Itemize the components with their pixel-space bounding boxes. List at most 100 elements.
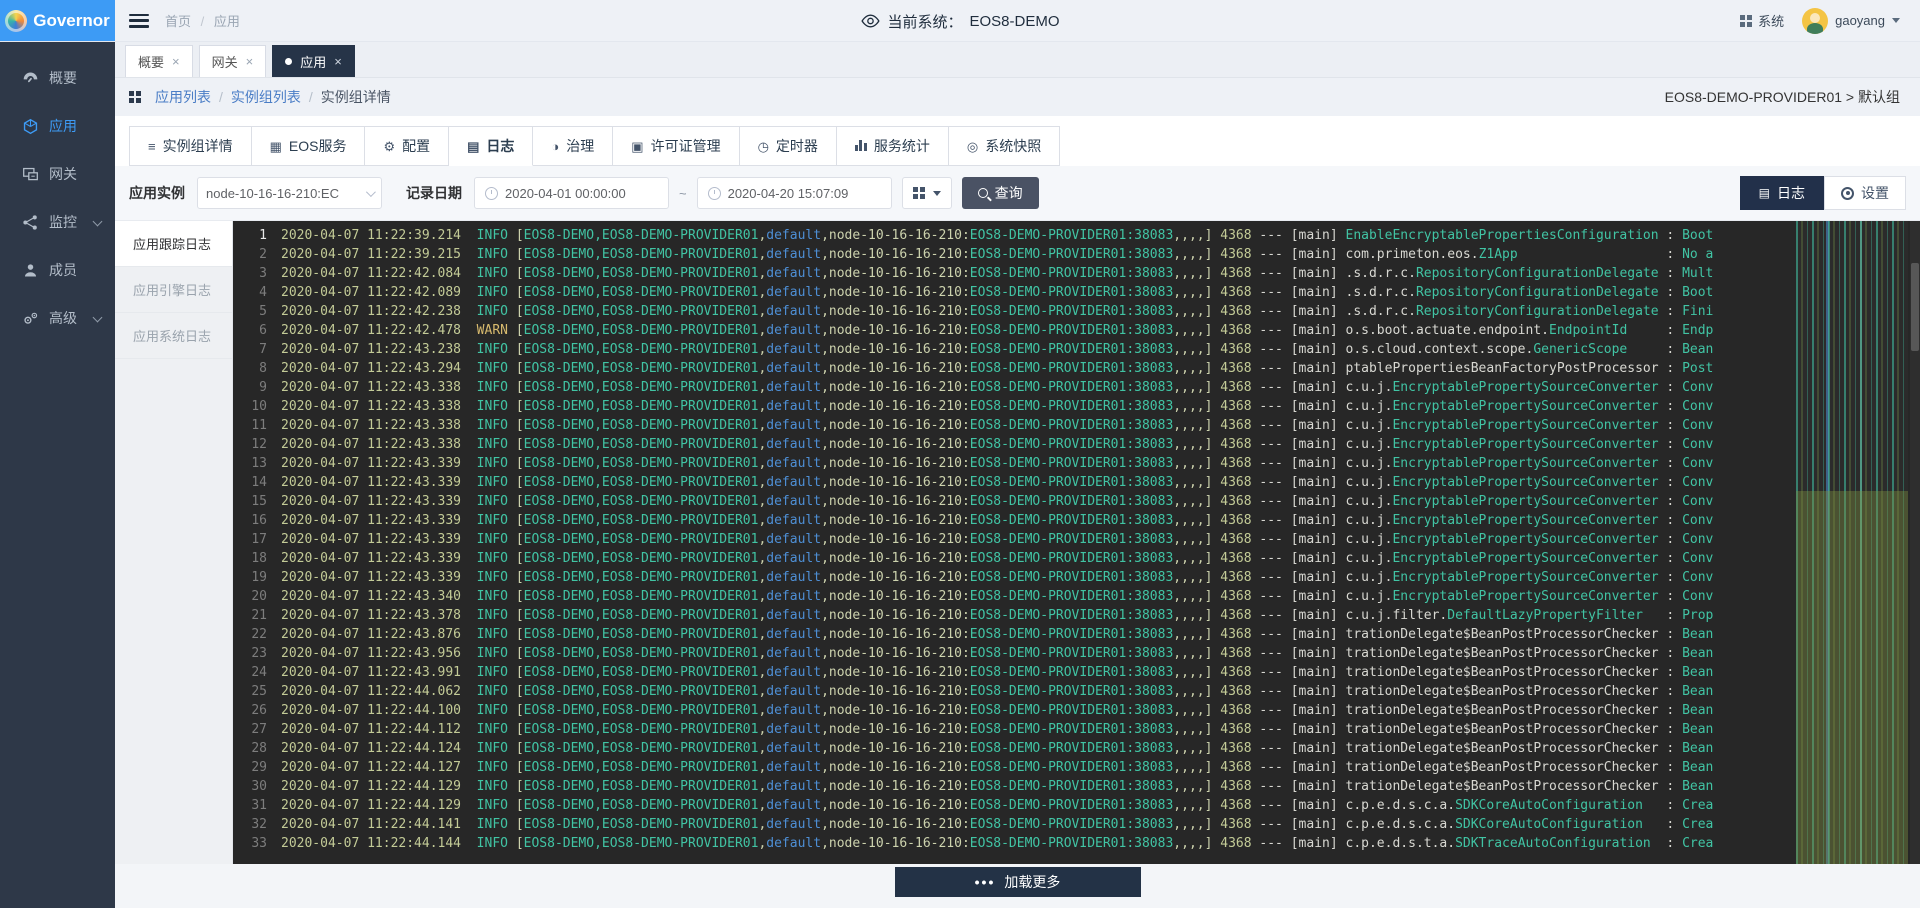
log-line: 32020-04-07 11:22:42.084 INFO [EOS8-DEMO… <box>233 264 1910 283</box>
clock-icon <box>485 187 498 200</box>
stats-icon <box>855 139 867 153</box>
log-line: 142020-04-07 11:22:43.339 INFO [EOS8-DEM… <box>233 473 1910 492</box>
detail-tab-许可证管理[interactable]: ▣许可证管理 <box>613 126 739 166</box>
detail-tab-EOS服务[interactable]: ▦EOS服务 <box>252 126 366 166</box>
breadcrumb-app-list[interactable]: 应用列表 <box>155 87 211 107</box>
log-viewer[interactable]: 12020-04-07 11:22:39.214 INFO [EOS8-DEMO… <box>233 221 1920 864</box>
license-icon: ▣ <box>631 140 643 153</box>
hamburger-menu-icon[interactable] <box>129 14 149 28</box>
breadcrumb-section: 应用 <box>214 14 240 29</box>
log-line: 102020-04-07 11:22:43.338 INFO [EOS8-DEM… <box>233 397 1910 416</box>
detail-tab-服务统计[interactable]: 服务统计 <box>837 126 949 166</box>
status-dot <box>285 58 292 65</box>
log-line: 92020-04-07 11:22:43.338 INFO [EOS8-DEMO… <box>233 378 1910 397</box>
govern-icon: ◑ <box>551 140 559 153</box>
log-line: 172020-04-07 11:22:43.339 INFO [EOS8-DEM… <box>233 530 1910 549</box>
detail-tab-实例组详情[interactable]: ≡实例组详情 <box>129 126 252 166</box>
log-line: 242020-04-07 11:22:43.991 INFO [EOS8-DEM… <box>233 663 1910 682</box>
sidebar-item-dashboard[interactable]: 概要 <box>0 54 115 102</box>
log-nav-应用系统日志[interactable]: 应用系统日志 <box>115 313 232 359</box>
grid-icon: ▦ <box>270 140 282 153</box>
clock-icon <box>708 187 721 200</box>
date-from-input[interactable]: 2020-04-01 00:00:00 <box>474 177 669 209</box>
calendar-icon <box>913 187 925 199</box>
breadcrumb-instance-group-list[interactable]: 实例组列表 <box>231 87 301 107</box>
minimap-viewport[interactable] <box>1796 491 1908 864</box>
log-scrollbar[interactable] <box>1910 221 1920 864</box>
chevron-down-icon <box>933 191 941 196</box>
gear-icon: ⚙ <box>383 140 395 153</box>
settings-button[interactable]: 设置 <box>1824 176 1906 210</box>
detail-tab-日志[interactable]: ▤日志 <box>449 126 533 166</box>
minimap[interactable] <box>1796 221 1908 864</box>
open-tab-网关[interactable]: 网关× <box>199 45 267 77</box>
list-icon: ≡ <box>148 140 156 153</box>
log-nav-应用引擎日志[interactable]: 应用引擎日志 <box>115 267 232 313</box>
footer-bar: ••• 加载更多 <box>115 864 1920 908</box>
sidebar-item-app-cube[interactable]: 应用 <box>0 102 115 150</box>
logo[interactable]: Governor <box>0 0 115 41</box>
instance-label: 应用实例 <box>129 183 185 203</box>
instance-group-context: EOS8-DEMO-PROVIDER01 > 默认组 <box>1665 87 1900 107</box>
governor-app: Governor 首页 / 应用 当前系统： EOS8-DEMO 系统 gaoy… <box>0 0 1920 908</box>
log-line: 152020-04-07 11:22:43.339 INFO [EOS8-DEM… <box>233 492 1910 511</box>
log-line: 112020-04-07 11:22:43.338 INFO [EOS8-DEM… <box>233 416 1910 435</box>
detail-tabs: ≡实例组详情▦EOS服务⚙配置▤日志◑治理▣许可证管理◷定时器服务统计◎系统快照 <box>115 116 1920 166</box>
log-line: 132020-04-07 11:22:43.339 INFO [EOS8-DEM… <box>233 454 1910 473</box>
logo-text: Governor <box>33 11 110 31</box>
sidebar-item-advanced[interactable]: 高级 <box>0 294 115 342</box>
log-view-button[interactable]: ▤ 日志 <box>1740 176 1824 210</box>
member-icon <box>22 262 39 279</box>
logo-swirl-icon <box>5 10 27 32</box>
detail-tab-系统快照[interactable]: ◎系统快照 <box>949 126 1060 166</box>
log-line: 252020-04-07 11:22:44.062 INFO [EOS8-DEM… <box>233 682 1910 701</box>
header-breadcrumb: 首页 / 应用 <box>165 11 240 30</box>
chevron-down-icon <box>366 187 376 197</box>
app-cube-icon <box>22 118 39 135</box>
log-line: 182020-04-07 11:22:43.339 INFO [EOS8-DEM… <box>233 549 1910 568</box>
log-line: 262020-04-07 11:22:44.100 INFO [EOS8-DEM… <box>233 701 1910 720</box>
apps-grid-icon <box>129 91 141 103</box>
sidebar-item-monitor[interactable]: 监控 <box>0 198 115 246</box>
username: gaoyang <box>1835 13 1885 28</box>
close-icon[interactable]: × <box>172 54 180 69</box>
open-tab-应用[interactable]: 应用× <box>272 45 355 77</box>
user-menu[interactable]: gaoyang <box>1802 8 1900 34</box>
log-line: 62020-04-07 11:22:42.478 WARN [EOS8-DEMO… <box>233 321 1910 340</box>
calendar-dropdown-button[interactable] <box>902 177 952 209</box>
current-system-value: EOS8-DEMO <box>970 13 1060 30</box>
log-line: 282020-04-07 11:22:44.124 INFO [EOS8-DEM… <box>233 739 1910 758</box>
log-line: 322020-04-07 11:22:44.141 INFO [EOS8-DEM… <box>233 815 1910 834</box>
instance-select[interactable]: node-10-16-16-210:EC <box>197 177 382 209</box>
sidebar: 概要应用网关监控成员高级 <box>0 42 115 908</box>
log-line: 72020-04-07 11:22:43.238 INFO [EOS8-DEMO… <box>233 340 1910 359</box>
log-nav-应用跟踪日志[interactable]: 应用跟踪日志 <box>115 221 232 267</box>
sidebar-item-gateway[interactable]: 网关 <box>0 150 115 198</box>
system-menu[interactable]: 系统 <box>1740 11 1784 30</box>
sidebar-item-member[interactable]: 成员 <box>0 246 115 294</box>
close-icon[interactable]: × <box>246 54 254 69</box>
scrollbar-thumb[interactable] <box>1911 263 1919 351</box>
log-line: 202020-04-07 11:22:43.340 INFO [EOS8-DEM… <box>233 587 1910 606</box>
document-icon: ▤ <box>1759 186 1770 200</box>
detail-tab-治理[interactable]: ◑治理 <box>533 126 613 166</box>
log-line: 272020-04-07 11:22:44.112 INFO [EOS8-DEM… <box>233 720 1910 739</box>
date-to-input[interactable]: 2020-04-20 15:07:09 <box>697 177 892 209</box>
gateway-icon <box>22 166 39 183</box>
detail-tab-定时器[interactable]: ◷定时器 <box>740 126 837 166</box>
log-lines: 12020-04-07 11:22:39.214 INFO [EOS8-DEMO… <box>233 221 1910 864</box>
open-tabs-bar: 概要×网关×应用× <box>115 42 1920 78</box>
detail-tab-配置[interactable]: ⚙配置 <box>365 126 449 166</box>
load-more-button[interactable]: ••• 加载更多 <box>895 867 1141 897</box>
log-line: 332020-04-07 11:22:44.144 INFO [EOS8-DEM… <box>233 834 1910 853</box>
search-button[interactable]: 查询 <box>962 177 1039 209</box>
open-tab-概要[interactable]: 概要× <box>125 45 193 77</box>
top-header: Governor 首页 / 应用 当前系统： EOS8-DEMO 系统 gaoy… <box>0 0 1920 42</box>
log-line: 192020-04-07 11:22:43.339 INFO [EOS8-DEM… <box>233 568 1910 587</box>
breadcrumb-home[interactable]: 首页 <box>165 14 191 29</box>
breadcrumb-current: 实例组详情 <box>321 87 391 107</box>
log-line: 82020-04-07 11:22:43.294 INFO [EOS8-DEMO… <box>233 359 1910 378</box>
close-icon[interactable]: × <box>334 54 342 69</box>
current-system-label: 当前系统： <box>887 11 962 32</box>
current-system: 当前系统： EOS8-DEMO <box>860 0 1059 42</box>
